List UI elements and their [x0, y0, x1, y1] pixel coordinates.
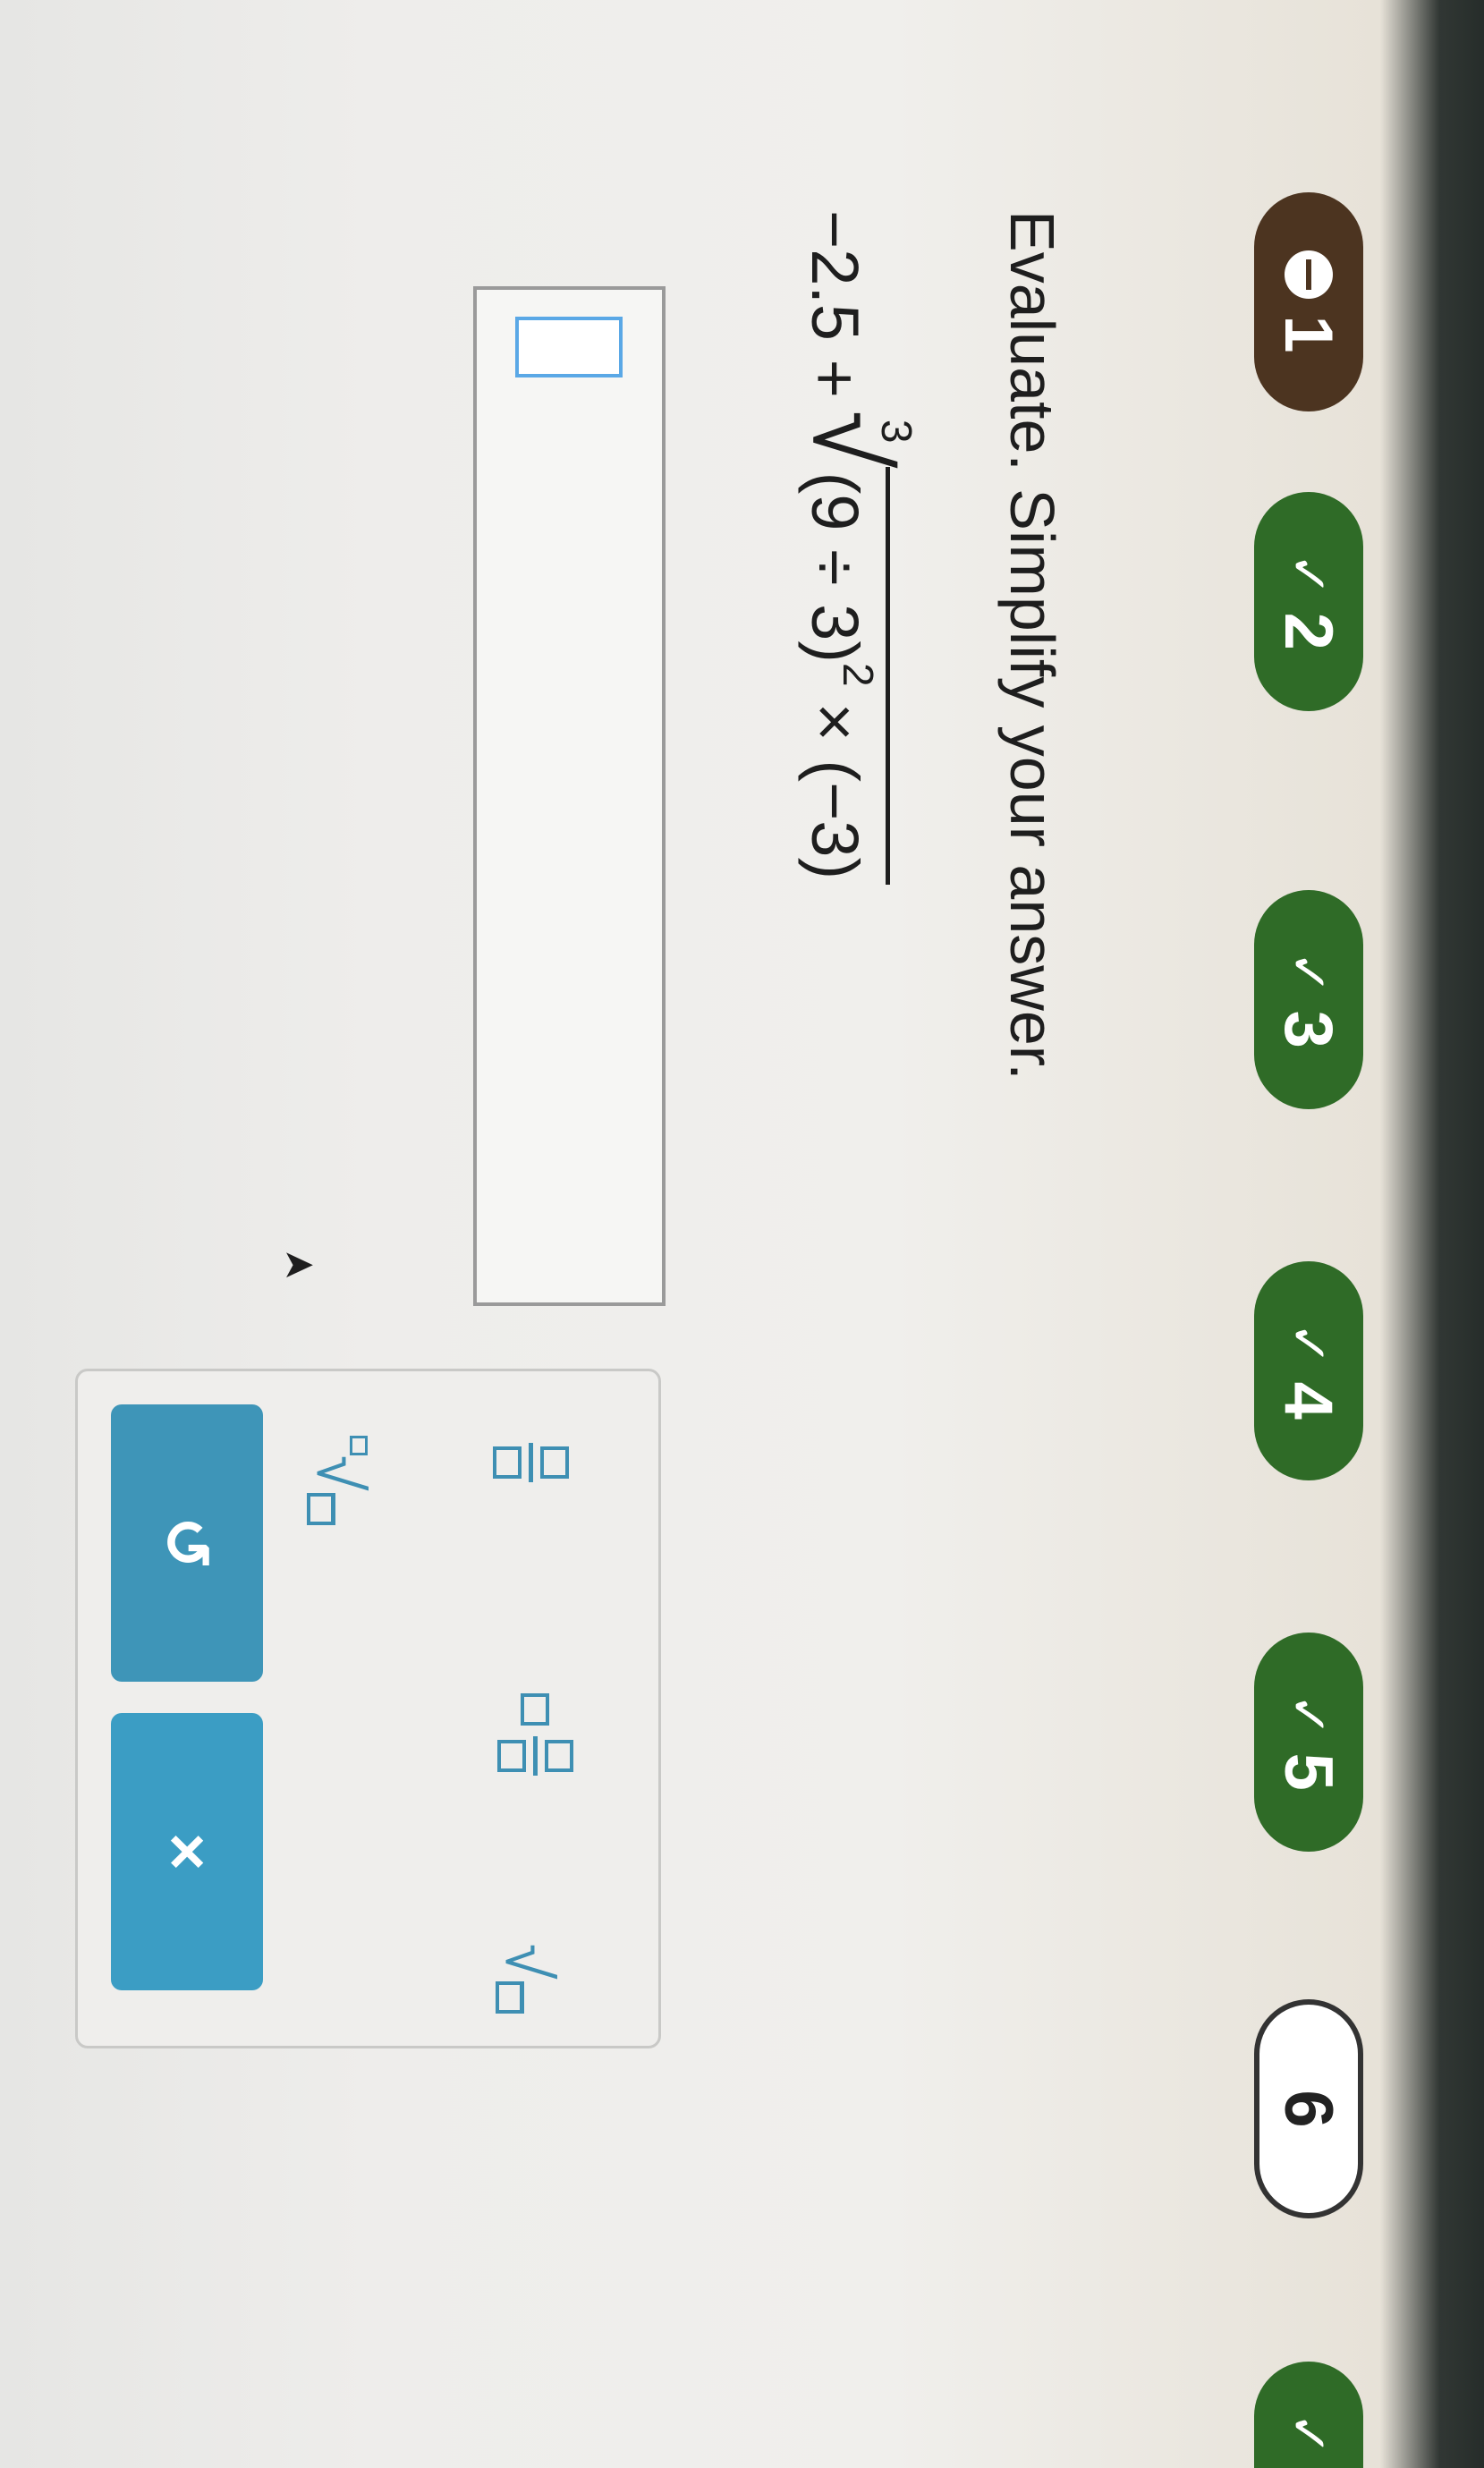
- nth-root-icon: √: [303, 1434, 375, 1525]
- radicand-exponent: 2: [834, 662, 881, 687]
- square-root-button[interactable]: √: [492, 1944, 564, 2014]
- math-expression: −2.5 + 3 √ (9 ÷ 3) 2 × (−3): [791, 210, 920, 886]
- check-icon: ✓: [1279, 2412, 1337, 2456]
- step-2-button[interactable]: ✓ 2: [1254, 492, 1363, 711]
- clear-button[interactable]: ×: [111, 1713, 263, 1990]
- radicand-tail: × (−3): [798, 702, 872, 880]
- step-3-button[interactable]: ✓ 3: [1254, 890, 1363, 1109]
- step-1-button[interactable]: 1: [1254, 192, 1363, 411]
- step-number: 6: [1270, 2090, 1347, 2128]
- check-icon: ✓: [1279, 1693, 1337, 1737]
- step-number: 1: [1270, 315, 1347, 353]
- check-icon: ✓: [1279, 1322, 1337, 1366]
- answer-input[interactable]: [473, 286, 666, 1306]
- question-prompt: Evaluate. Simplify your answer.: [997, 210, 1067, 1081]
- undo-button[interactable]: ↺: [111, 1404, 263, 1682]
- square-root-icon: √: [492, 1944, 564, 2014]
- close-icon: ×: [151, 1832, 223, 1871]
- step-number: 5: [1270, 1752, 1347, 1791]
- step-6-button[interactable]: 6: [1254, 1999, 1363, 2218]
- step-number: 3: [1270, 1010, 1347, 1048]
- root-index: 3: [872, 419, 920, 444]
- progress-bar: 1 ✓ 2 ✓ 3 ✓ 4 ✓ 5 6 ✓: [1162, 0, 1448, 2468]
- step-number: 2: [1270, 612, 1347, 650]
- undo-icon: ↺: [150, 1515, 222, 1571]
- radicand: (9 ÷ 3) 2 × (−3): [797, 466, 890, 886]
- expression-lead: −2.5 +: [798, 210, 872, 398]
- nth-root-button[interactable]: √: [303, 1434, 403, 1525]
- fraction-bar-icon: [529, 1443, 533, 1482]
- radicand-base: (9 ÷ 3): [798, 471, 872, 663]
- check-icon: ✓: [1279, 951, 1337, 995]
- cube-root: 3 √ (9 ÷ 3) 2 × (−3): [791, 411, 920, 886]
- mixed-fraction-icon: [497, 1736, 573, 1776]
- step-7-button[interactable]: ✓: [1254, 2362, 1363, 2468]
- denominator-box-icon: [493, 1446, 522, 1479]
- check-icon: ✓: [1279, 553, 1337, 597]
- input-cursor-box[interactable]: [515, 317, 623, 377]
- mixed-number-button[interactable]: [497, 1693, 573, 1776]
- whole-box-icon: [521, 1693, 550, 1726]
- step-number: 4: [1270, 1381, 1347, 1420]
- circle-minus-icon: [1285, 250, 1333, 300]
- fraction-button[interactable]: [493, 1443, 569, 1482]
- step-5-button[interactable]: ✓ 5: [1254, 1633, 1363, 1852]
- mouse-pointer-icon: ➤: [282, 1242, 315, 1286]
- numerator-box-icon: [540, 1446, 569, 1479]
- stage: 1 ✓ 2 ✓ 3 ✓ 4 ✓ 5 6 ✓ Evaluate. Simplify…: [0, 0, 1484, 2468]
- step-4-button[interactable]: ✓ 4: [1254, 1261, 1363, 1480]
